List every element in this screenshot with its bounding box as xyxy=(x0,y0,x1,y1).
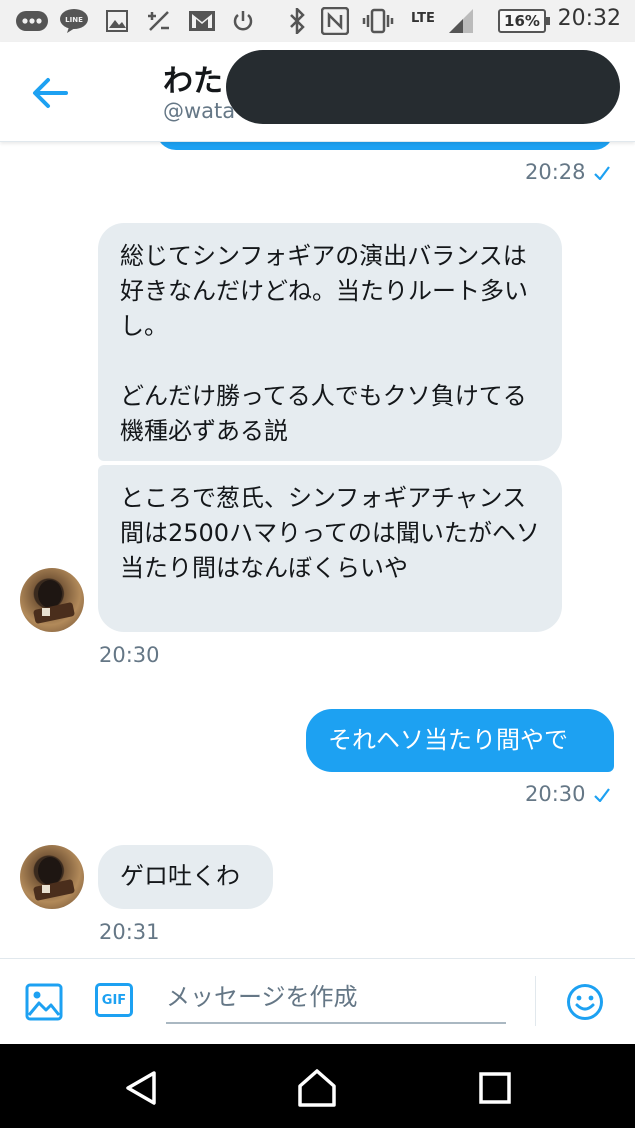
back-triangle-icon[interactable] xyxy=(122,1068,162,1108)
more-icon xyxy=(14,8,50,34)
gif-icon[interactable]: GIF xyxy=(95,983,133,1017)
timestamp-text: 20:28 xyxy=(525,160,586,184)
battery-indicator: 16% xyxy=(498,9,550,33)
navigation-bar xyxy=(0,1044,635,1128)
arrow-left-icon[interactable] xyxy=(30,76,70,110)
conversation-name[interactable]: わた xyxy=(163,56,223,100)
timestamp-text: 20:30 xyxy=(525,782,586,806)
gmail-icon xyxy=(188,8,216,34)
data-saver-icon xyxy=(145,8,173,34)
redaction-overlay xyxy=(226,50,620,124)
vibrate-icon xyxy=(362,8,394,34)
message-input[interactable] xyxy=(166,972,506,1024)
received-message-bubble[interactable]: 総じてシンフォギアの演出バランスは好きなんだけどね。当たりルート多いし。 どんだ… xyxy=(98,223,562,461)
image-icon[interactable] xyxy=(25,983,63,1021)
received-message-bubble[interactable]: ゲロ吐くわ xyxy=(98,845,273,909)
check-icon xyxy=(593,166,610,180)
conversation-handle: @wata xyxy=(163,99,236,123)
timestamp-text: 20:30 xyxy=(99,643,160,667)
message-timestamp: 20:30 xyxy=(525,782,610,806)
network-type: LTE xyxy=(411,10,435,26)
check-icon xyxy=(593,788,610,802)
recents-square-icon[interactable] xyxy=(475,1068,515,1108)
image-icon xyxy=(104,8,130,34)
home-circle-icon[interactable] xyxy=(297,1068,337,1108)
divider xyxy=(535,976,536,1026)
status-bar: LINE LTE 16% 20:32 xyxy=(0,0,635,42)
signal-icon xyxy=(446,8,476,34)
message-timestamp: 20:28 xyxy=(525,160,610,184)
received-message-bubble[interactable]: ところで葱氏、シンフォギアチャンス間は2500ハマりってのは聞いたがヘソ当たり間… xyxy=(98,465,562,632)
conversation-header: わた @wata xyxy=(0,42,635,142)
avatar[interactable] xyxy=(20,568,84,632)
svg-text:LINE: LINE xyxy=(65,16,83,24)
bluetooth-icon xyxy=(286,8,308,34)
timestamp-text: 20:31 xyxy=(99,920,160,944)
sent-message-bubble[interactable]: それヘソ当たり間やで xyxy=(306,709,614,772)
status-time: 20:32 xyxy=(557,6,621,31)
power-icon xyxy=(230,8,256,34)
line-icon: LINE xyxy=(58,8,90,34)
emoji-icon[interactable] xyxy=(566,983,604,1021)
avatar[interactable] xyxy=(20,845,84,909)
nfc-icon xyxy=(320,7,350,35)
